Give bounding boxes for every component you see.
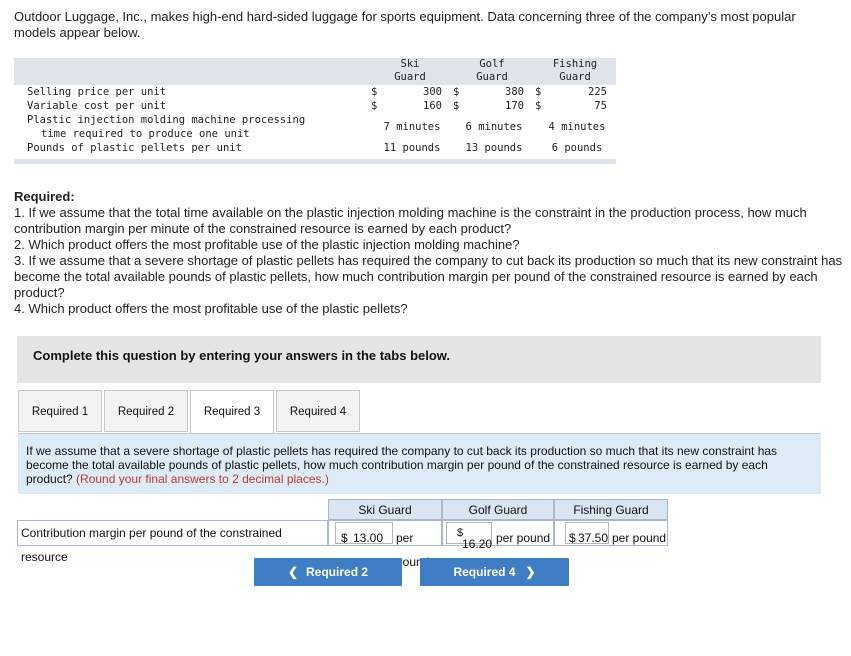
tab-required-2[interactable]: Required 2: [104, 390, 188, 432]
unit-label: per pound: [496, 531, 551, 545]
col-header-golf: Golf Guard: [476, 58, 508, 83]
question-panel: If we assume that a severe shortage of p…: [18, 433, 821, 494]
fishing-pounds: 6 pounds: [551, 142, 603, 154]
answer-header-fishing: Fishing Guard: [554, 499, 668, 520]
currency-symbol: $: [453, 86, 460, 98]
fishing-variable-cost: 75: [594, 100, 607, 112]
banner-text: Complete this question by entering your …: [33, 348, 451, 363]
required-item-4: 4. Which product offers the most profita…: [14, 301, 408, 316]
question-text: If we assume that a severe shortage of p…: [26, 444, 778, 486]
next-button[interactable]: Required 4 ❯: [420, 558, 569, 586]
instruction-banner: Complete this question by entering your …: [17, 336, 821, 383]
data-table: Ski Guard Golf Guard Fishing Guard Selling …: [14, 58, 616, 166]
currency-symbol: $: [535, 86, 542, 98]
tab-required-1[interactable]: Required 1: [18, 390, 102, 432]
unit-label: per pound: [612, 531, 667, 545]
currency-symbol: $: [371, 100, 378, 112]
golf-pounds: 13 pounds: [465, 142, 523, 154]
currency-symbol: $: [341, 531, 348, 545]
golf-variable-cost: 170: [505, 100, 524, 112]
currency-symbol: $: [569, 531, 576, 545]
table-header-band: [14, 58, 616, 85]
required-title: Required:: [14, 189, 75, 204]
tab-required-4[interactable]: Required 4: [276, 390, 360, 432]
required-item-3: 3. If we assume that a severe shortage o…: [14, 253, 843, 300]
row-label-pounds-pellets: Pounds of plastic pellets per unit: [27, 142, 242, 154]
golf-selling-price: 380: [505, 86, 524, 98]
fishing-selling-price: 225: [588, 86, 607, 98]
required-section: Required: 1. If we assume that the total…: [14, 189, 844, 317]
answer-header-golf: Golf Guard: [442, 499, 554, 520]
col-header-fishing: Fishing Guard: [552, 58, 598, 83]
answer-cell-golf: $ 16.20 per pound: [442, 520, 554, 551]
prev-button-label: Required 2: [306, 565, 369, 579]
required-item-1: 1. If we assume that the total time avai…: [14, 205, 807, 236]
ski-answer-value: 13.00: [353, 531, 384, 545]
answer-cell-fishing: $ 37.50 per pound: [554, 520, 668, 546]
row-label-selling-price: Selling price per unit: [27, 86, 167, 98]
tab-required-3[interactable]: Required 3: [190, 390, 274, 434]
golf-answer-input[interactable]: $ 16.20: [446, 522, 492, 551]
answer-header-ski: Ski Guard: [328, 499, 442, 520]
table-footer-band: [14, 159, 616, 164]
ski-processing-time: 7 minutes: [383, 121, 441, 133]
golf-processing-time: 6 minutes: [465, 121, 523, 133]
ski-pounds: 11 pounds: [383, 142, 441, 154]
ski-answer-input[interactable]: $ 13.00: [335, 522, 393, 545]
fishing-processing-time: 4 minutes: [548, 121, 606, 133]
golf-answer-value: 16.20: [462, 537, 493, 551]
fishing-answer-input[interactable]: $ 37.50: [565, 522, 609, 545]
currency-symbol: $: [453, 100, 460, 112]
answer-cell-ski: $ 13.00 per pound: [328, 520, 442, 569]
intro-text: Outdoor Luggage, Inc., makes high-end ha…: [14, 9, 796, 40]
chevron-right-icon: ❯: [525, 565, 536, 579]
currency-symbol: $: [535, 100, 542, 112]
chevron-left-icon: ❮: [287, 565, 299, 579]
row-label-variable-cost: Variable cost per unit: [27, 100, 167, 112]
rounding-note: (Round your final answers to 2 decimal p…: [76, 472, 329, 486]
row-label-processing-time-cont: time required to produce one unit: [41, 128, 250, 140]
row-label-processing-time: Plastic injection molding machine proces…: [27, 114, 306, 126]
ski-variable-cost: 160: [423, 100, 442, 112]
currency-symbol: $: [371, 86, 378, 98]
next-button-label: Required 4: [453, 565, 516, 579]
ski-selling-price: 300: [423, 86, 442, 98]
required-item-2: 2. Which product offers the most profita…: [14, 237, 520, 252]
fishing-answer-value: 37.50: [578, 531, 609, 545]
col-header-ski: Ski Guard: [394, 58, 426, 83]
answer-row-label: Contribution margin per pound of the con…: [17, 520, 328, 564]
prev-button[interactable]: ❮ Required 2: [254, 558, 402, 586]
